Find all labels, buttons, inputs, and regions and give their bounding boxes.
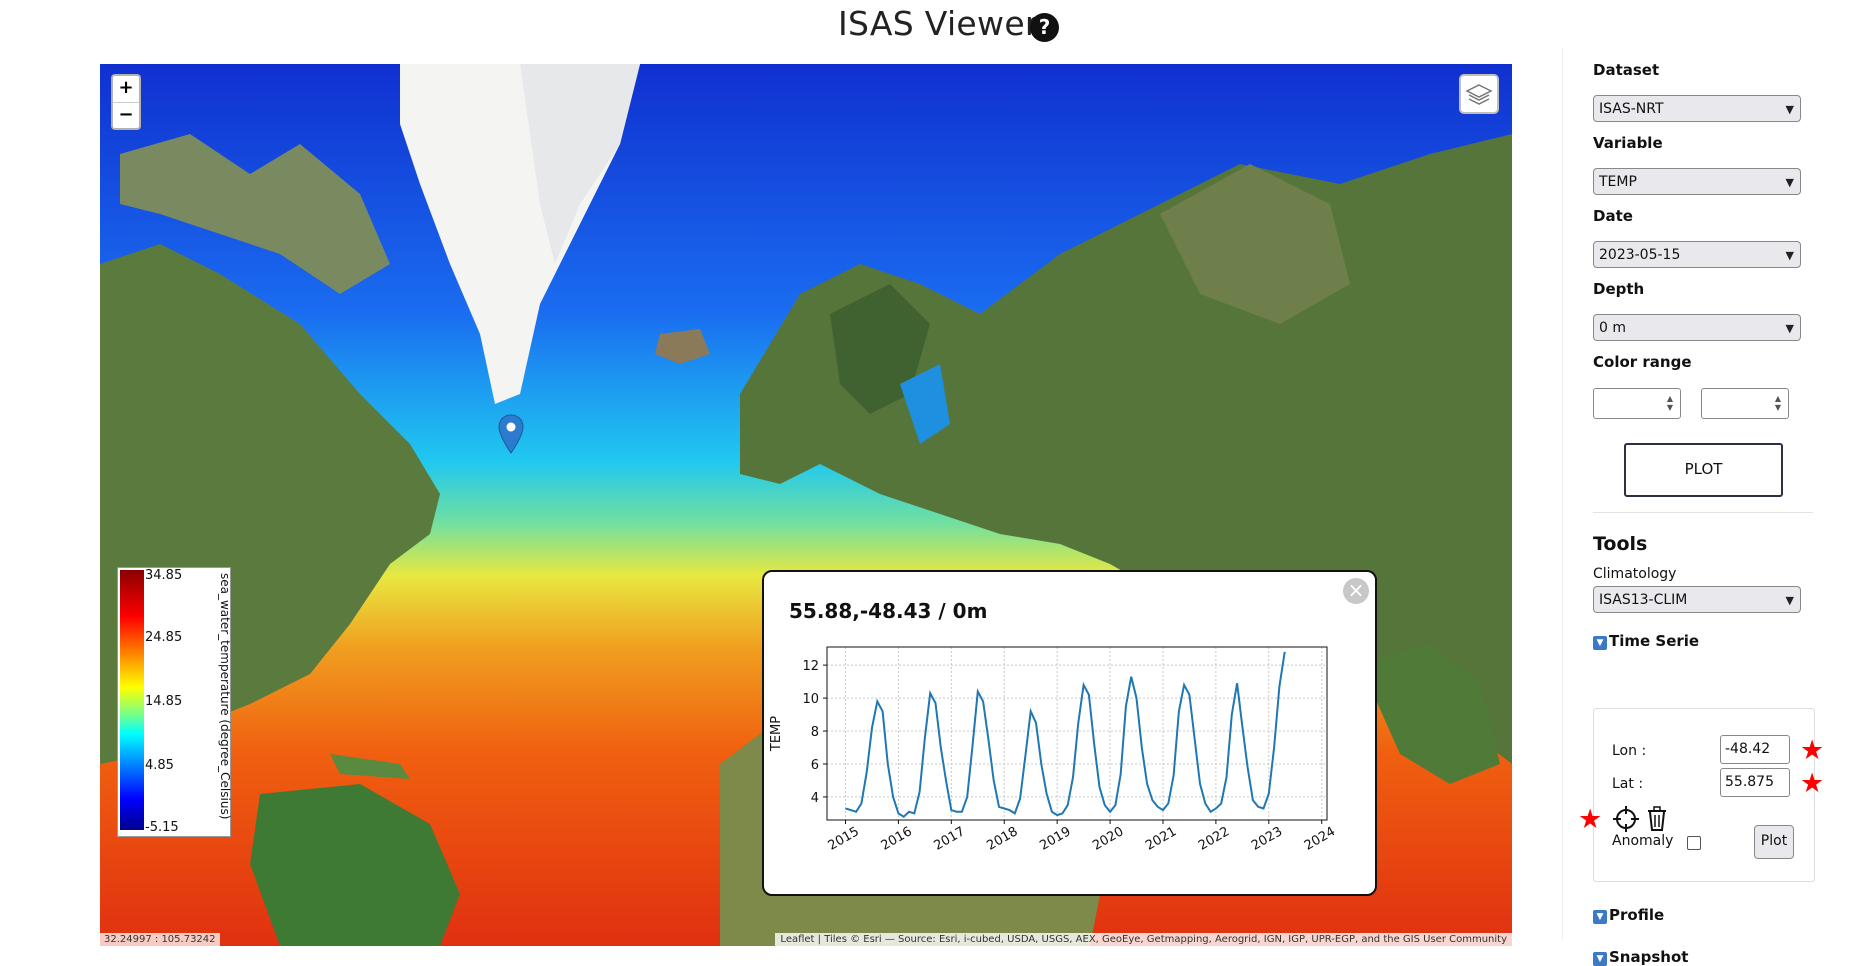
y-axis-label: TEMP xyxy=(769,716,784,752)
chevron-down-icon: ▼ xyxy=(1785,103,1794,116)
chevron-down-icon: ▼ xyxy=(1785,249,1794,262)
climatology-label: Climatology xyxy=(1593,566,1677,582)
profile-label: Profile xyxy=(1609,906,1665,924)
side-panel: Dataset ISAS-NRT ▼ Variable TEMP ▼ Date 20… xyxy=(1562,48,1829,966)
lat-input[interactable]: 55.875 xyxy=(1720,768,1790,797)
time-serie-plot-button[interactable]: Plot xyxy=(1754,825,1794,859)
divider xyxy=(1593,512,1813,513)
time-serie-box: Lon : -48.42 ★ Lat : 55.875 ★ ★ Anomaly … xyxy=(1578,708,1824,882)
zoom-control: + − xyxy=(111,74,141,130)
snapshot-label: Snapshot xyxy=(1609,948,1689,966)
variable-value: TEMP xyxy=(1599,174,1637,190)
legend-label: sea_water_temperature (degree_Celsius) xyxy=(218,573,232,820)
x-tick-label: 2024 xyxy=(1302,824,1338,854)
spinner-icon[interactable]: ▲ ▼ xyxy=(1663,394,1677,413)
page-title: ISAS Viewer xyxy=(838,4,1039,43)
dataset-value: ISAS-NRT xyxy=(1599,101,1664,117)
lon-value: -48.42 xyxy=(1725,741,1771,757)
help-icon[interactable]: ? xyxy=(1030,13,1059,42)
variable-select[interactable]: TEMP ▼ xyxy=(1593,168,1801,195)
legend-colorbar xyxy=(120,570,144,830)
color-legend: 34.85 24.85 14.85 4.85 -5.15 sea_water_t… xyxy=(117,567,232,837)
x-tick-label: 2015 xyxy=(826,824,862,854)
legend-tick: -5.15 xyxy=(145,820,179,835)
spinner-icon[interactable]: ▲ ▼ xyxy=(1771,394,1785,413)
legend-tick: 34.85 xyxy=(145,568,183,583)
x-tick-label: 2018 xyxy=(984,824,1020,854)
crosshair-icon[interactable] xyxy=(1612,805,1640,833)
date-select[interactable]: 2023-05-15 ▼ xyxy=(1593,241,1801,268)
close-icon[interactable]: × xyxy=(1343,578,1369,604)
chevron-down-icon: ▼ xyxy=(1785,322,1794,335)
lat-label: Lat : xyxy=(1612,776,1644,792)
triangle-down-icon: ▼ xyxy=(1593,910,1607,924)
dataset-select[interactable]: ISAS-NRT ▼ xyxy=(1593,95,1801,122)
date-value: 2023-05-15 xyxy=(1599,247,1681,263)
profile-toggle[interactable]: ▼ Profile xyxy=(1593,906,1664,924)
y-tick-label: 6 xyxy=(811,758,819,773)
lon-label: Lon : xyxy=(1612,743,1647,759)
dataset-label: Dataset xyxy=(1593,61,1660,79)
required-star-icon: ★ xyxy=(1800,735,1825,766)
legend-tick: 4.85 xyxy=(145,758,174,773)
color-min-input[interactable]: ▲ ▼ xyxy=(1593,388,1681,419)
x-tick-label: 2016 xyxy=(879,824,915,854)
depth-label: Depth xyxy=(1593,280,1645,298)
color-range-label: Color range xyxy=(1593,353,1692,371)
y-tick-label: 4 xyxy=(811,791,819,806)
series-line xyxy=(845,651,1286,818)
chevron-down-icon: ▼ xyxy=(1785,594,1794,607)
y-tick-label: 8 xyxy=(811,725,819,740)
x-tick-label: 2023 xyxy=(1249,824,1285,854)
map-marker-icon[interactable] xyxy=(498,414,524,458)
lon-input[interactable]: -48.42 xyxy=(1720,735,1790,764)
lat-value: 55.875 xyxy=(1725,774,1774,790)
x-tick-label: 2021 xyxy=(1143,824,1179,854)
y-tick-label: 12 xyxy=(802,659,819,674)
required-star-icon: ★ xyxy=(1578,804,1603,835)
date-label: Date xyxy=(1593,207,1633,225)
triangle-down-icon: ▼ xyxy=(1593,636,1607,650)
time-series-popup: 55.88,-48.43 / 0m × 4 6 8 10 12 2015 2016 2017 2… xyxy=(762,570,1377,896)
time-series-chart: 4 6 8 10 12 2015 2016 2017 2018 2019 2020 2021 2022 2… xyxy=(769,646,1338,854)
header: ISAS Viewer ? xyxy=(0,0,1873,50)
depth-value: 0 m xyxy=(1599,320,1626,336)
time-serie-toggle[interactable]: ▼ Time Serie xyxy=(1593,632,1699,650)
chevron-down-icon: ▼ xyxy=(1785,176,1794,189)
color-max-input[interactable]: ▲ ▼ xyxy=(1701,388,1789,419)
popup-title: 55.88,-48.43 / 0m xyxy=(789,599,988,623)
climatology-value: ISAS13-CLIM xyxy=(1599,592,1688,608)
legend-tick: 24.85 xyxy=(145,630,183,645)
map-attribution[interactable]: Leaflet | Tiles © Esri — Source: Esri, i… xyxy=(775,933,1512,946)
snapshot-toggle[interactable]: ▼ Snapshot xyxy=(1593,948,1688,966)
y-tick-label: 10 xyxy=(802,692,819,707)
trash-icon[interactable] xyxy=(1644,805,1670,833)
x-tick-label: 2020 xyxy=(1090,824,1126,854)
anomaly-label: Anomaly xyxy=(1612,833,1674,849)
triangle-down-icon: ▼ xyxy=(1593,952,1607,966)
x-tick-label: 2017 xyxy=(932,824,968,854)
map-view[interactable]: + − 34.85 24.85 14.85 4.85 -5.15 sea_wat… xyxy=(100,64,1512,946)
zoom-out-button[interactable]: − xyxy=(113,103,139,129)
anomaly-checkbox[interactable] xyxy=(1687,836,1701,850)
layers-icon xyxy=(1465,84,1493,105)
climatology-select[interactable]: ISAS13-CLIM ▼ xyxy=(1593,586,1801,613)
coords-readout: 32.24997 : 105.73242 xyxy=(100,933,220,946)
depth-select[interactable]: 0 m ▼ xyxy=(1593,314,1801,341)
tools-heading: Tools xyxy=(1593,533,1648,555)
layers-button[interactable] xyxy=(1459,74,1499,114)
plot-button[interactable]: PLOT xyxy=(1624,443,1783,497)
x-tick-label: 2019 xyxy=(1037,824,1073,854)
required-star-icon: ★ xyxy=(1800,768,1825,799)
zoom-in-button[interactable]: + xyxy=(113,76,139,103)
variable-label: Variable xyxy=(1593,134,1663,152)
time-serie-label: Time Serie xyxy=(1609,632,1700,650)
x-tick-label: 2022 xyxy=(1196,824,1232,854)
legend-tick: 14.85 xyxy=(145,694,183,709)
